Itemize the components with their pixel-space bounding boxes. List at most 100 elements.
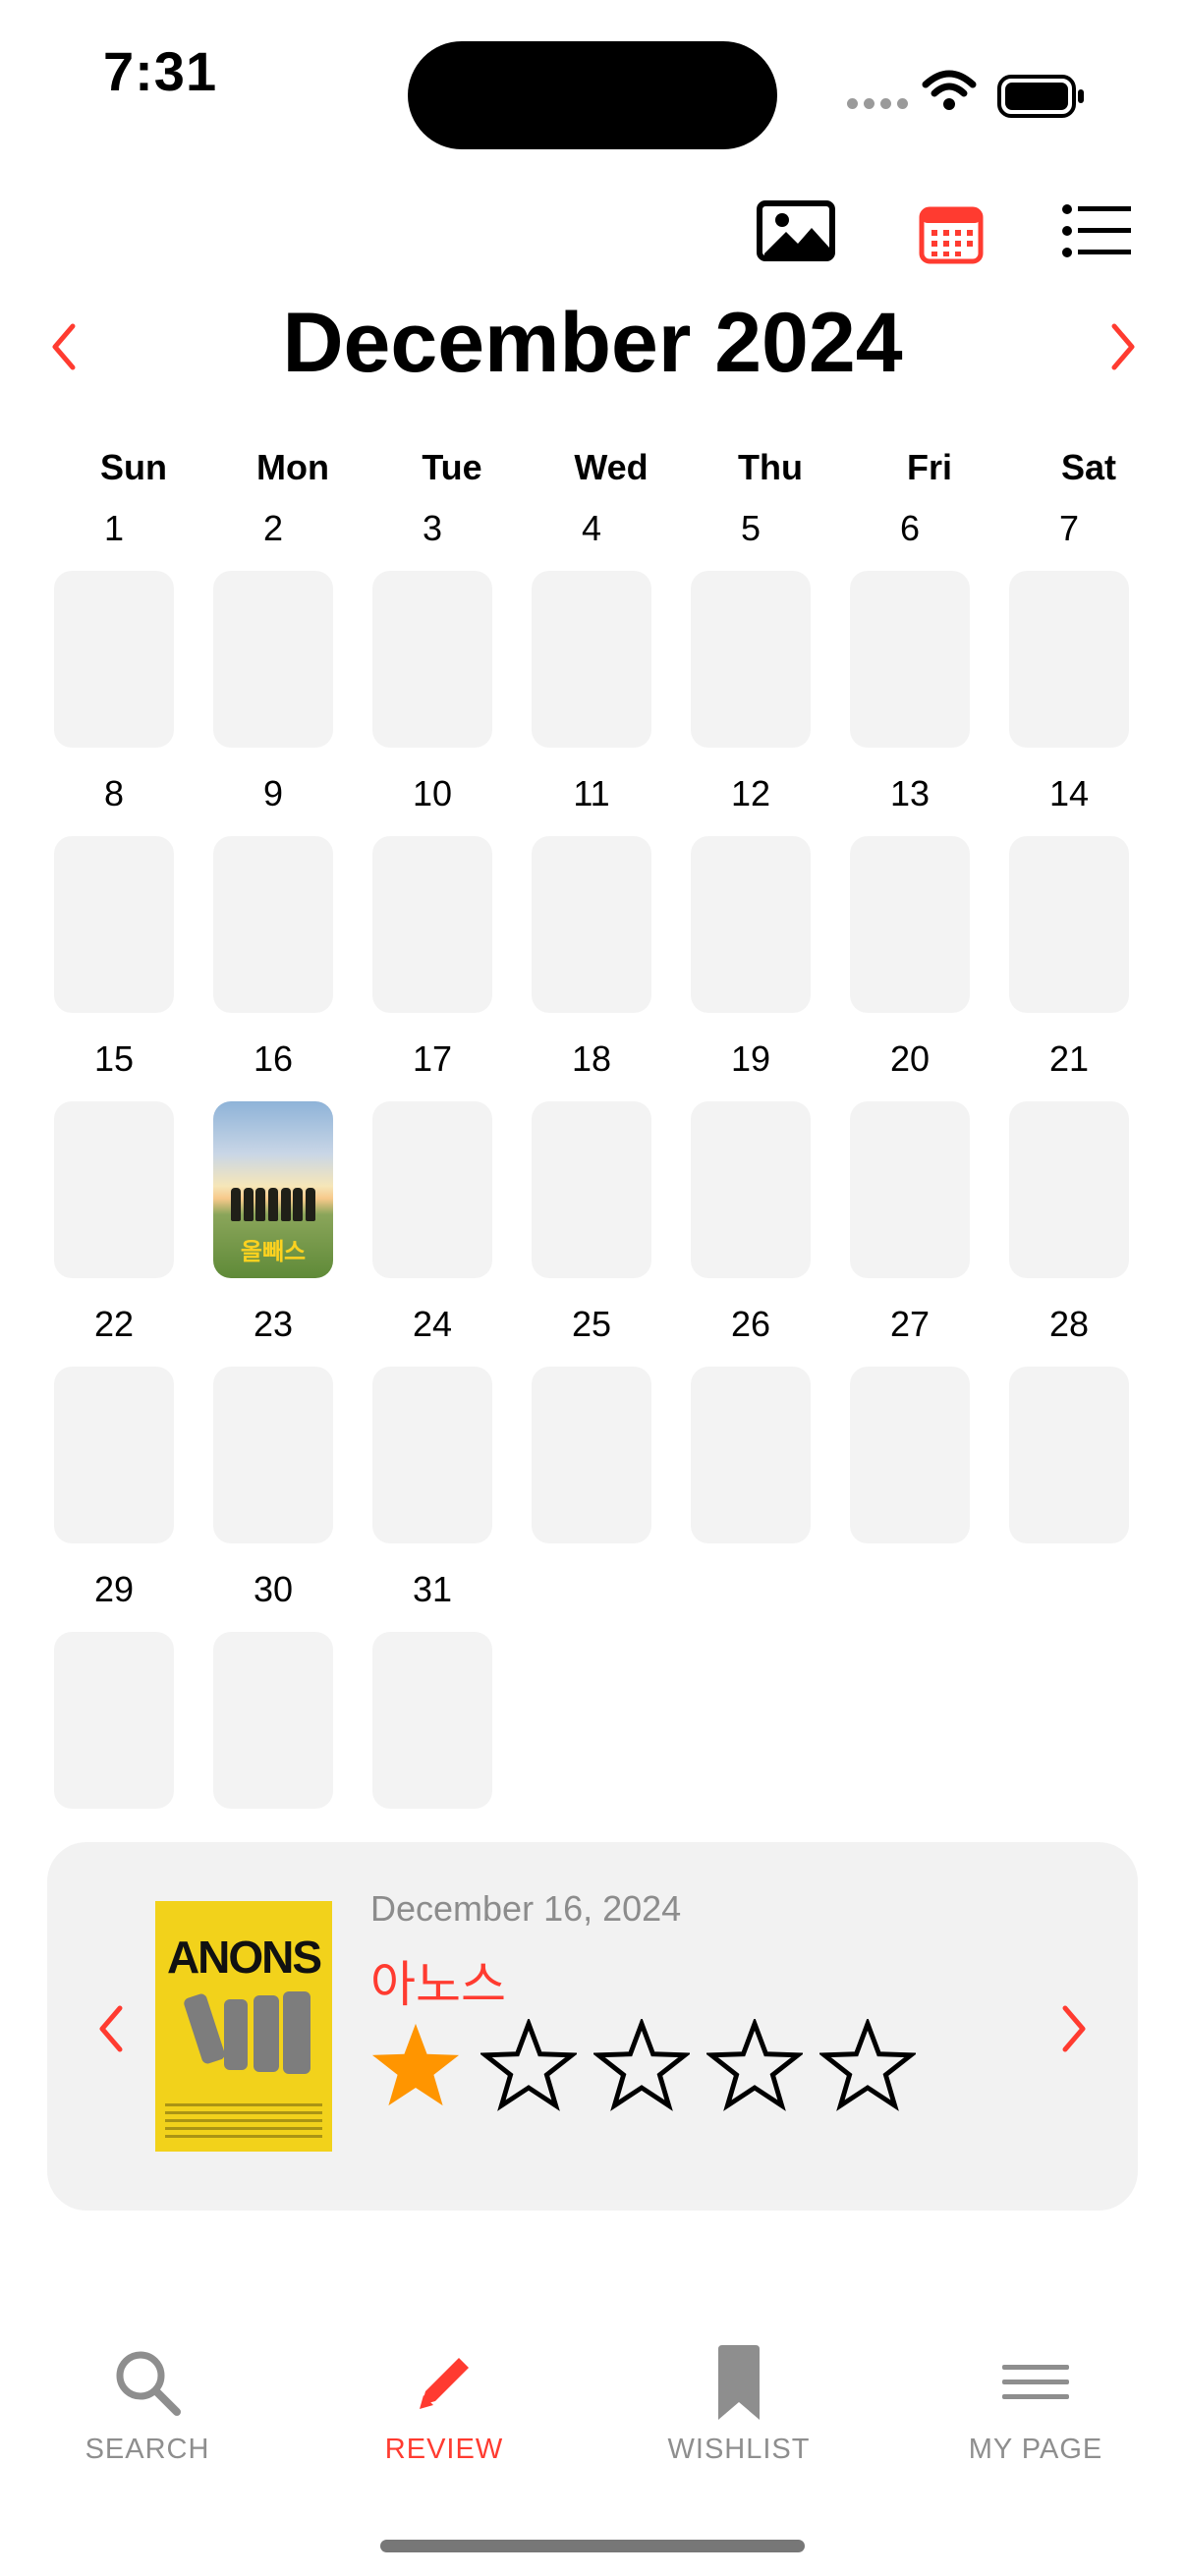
prev-review-button[interactable] [86,1989,136,2068]
day-number: 22 [93,1304,135,1344]
day-poster-title: 올빼스 [240,1239,307,1265]
weekday-label: Thu [738,447,803,487]
day-cell[interactable]: 2 [213,508,372,748]
day-poster-slot[interactable] [372,836,492,1013]
day-number: 4 [581,508,602,548]
day-poster-slot[interactable] [213,1367,333,1543]
day-number: 24 [412,1304,453,1344]
day-number: 25 [571,1304,612,1344]
day-poster-slot[interactable] [691,1367,811,1543]
day-poster-slot[interactable] [532,571,651,748]
day-poster-slot[interactable] [532,836,651,1013]
day-cell[interactable]: 1 [54,508,213,748]
day-cell[interactable]: 24 [372,1304,532,1543]
day-poster-slot[interactable] [532,1101,651,1278]
day-poster-slot[interactable] [372,1632,492,1809]
day-cell[interactable]: 14 [1009,773,1168,1013]
day-cell[interactable]: 22 [54,1304,213,1543]
review-title[interactable]: 아노스 [370,1945,506,2016]
tab-wishlist[interactable]: WISHLIST [641,2343,837,2466]
star-outline-icon[interactable] [592,2016,692,2116]
day-cell[interactable]: 21 [1009,1038,1168,1278]
day-cell[interactable]: 25 [532,1304,691,1543]
day-cell[interactable]: 6 [850,508,1009,748]
tab-my-page[interactable]: MY PAGE [937,2343,1134,2466]
day-cell[interactable]: 8 [54,773,213,1013]
review-poster[interactable]: ANONS [155,1901,332,2152]
star-filled-icon[interactable] [367,2019,464,2116]
day-cell[interactable]: 15 [54,1038,213,1278]
day-poster-slot[interactable] [54,1367,174,1543]
day-poster-slot[interactable] [850,571,970,748]
list-view-icon[interactable] [1061,201,1132,260]
day-poster-slot[interactable] [372,1101,492,1278]
day-cell[interactable]: 31 [372,1569,532,1809]
search-icon [49,2343,246,2422]
day-poster-slot[interactable] [691,1101,811,1278]
day-cell[interactable]: 7 [1009,508,1168,748]
chevron-left-icon [99,2005,123,2052]
star-outline-icon[interactable] [818,2016,918,2116]
star-outline-icon[interactable] [479,2016,579,2116]
day-poster-slot[interactable] [372,1367,492,1543]
day-poster-slot[interactable] [850,1367,970,1543]
day-poster-slot[interactable] [213,1632,333,1809]
day-cell[interactable]: 28 [1009,1304,1168,1543]
dynamic-island [408,41,777,149]
weekday-label: Mon [256,447,329,487]
day-cell[interactable]: 26 [691,1304,850,1543]
day-poster-slot[interactable] [213,571,333,748]
day-number: 1 [103,508,125,548]
day-poster-slot[interactable]: 올빼스 [213,1101,333,1278]
photo-view-icon[interactable] [757,196,835,265]
day-cell[interactable]: 17 [372,1038,532,1278]
day-cell[interactable]: 30 [213,1569,372,1809]
day-cell[interactable]: 10 [372,773,532,1013]
day-poster-slot[interactable] [691,571,811,748]
day-number: 5 [740,508,762,548]
day-cell[interactable]: 29 [54,1569,213,1809]
day-poster-slot[interactable] [372,571,492,748]
day-cell[interactable]: 27 [850,1304,1009,1543]
day-number: 30 [253,1569,294,1609]
day-cell[interactable]: 18 [532,1038,691,1278]
day-cell[interactable]: 23 [213,1304,372,1543]
next-review-button[interactable] [1049,1989,1099,2068]
day-cell[interactable]: 12 [691,773,850,1013]
day-poster-slot[interactable] [532,1367,651,1543]
day-poster-slot[interactable] [691,836,811,1013]
day-poster-slot[interactable] [54,1101,174,1278]
day-cell[interactable]: 19 [691,1038,850,1278]
day-number: 14 [1048,773,1090,813]
day-cell[interactable]: 9 [213,773,372,1013]
home-indicator [380,2540,805,2552]
day-poster-slot[interactable] [54,836,174,1013]
day-poster-slot[interactable] [54,1632,174,1809]
day-poster[interactable]: 올빼스 [213,1101,333,1278]
tab-label: WISHLIST [667,2434,811,2465]
day-cell[interactable]: 13 [850,773,1009,1013]
star-rating[interactable] [367,2016,918,2116]
next-month-button[interactable] [1099,308,1148,386]
calendar-view-icon[interactable] [914,196,988,270]
day-poster-slot[interactable] [213,836,333,1013]
month-title: December 2024 [282,296,903,390]
day-cell[interactable]: 4 [532,508,691,748]
day-poster-slot[interactable] [1009,1101,1129,1278]
day-cell[interactable]: 3 [372,508,532,748]
day-poster-slot[interactable] [850,1101,970,1278]
day-cell[interactable]: 20 [850,1038,1009,1278]
day-poster-slot[interactable] [1009,836,1129,1013]
day-cell[interactable]: 11 [532,773,691,1013]
day-poster-slot[interactable] [54,571,174,748]
tab-label: MY PAGE [968,2434,1103,2465]
day-cell[interactable]: 16 올빼스 [213,1038,372,1278]
star-outline-icon[interactable] [705,2016,805,2116]
day-poster-slot[interactable] [850,836,970,1013]
day-cell[interactable]: 5 [691,508,850,748]
tab-review[interactable]: REVIEW [346,2343,542,2466]
day-poster-slot[interactable] [1009,1367,1129,1543]
weekday-label: Tue [422,447,482,487]
tab-search[interactable]: SEARCH [49,2343,246,2466]
day-poster-slot[interactable] [1009,571,1129,748]
